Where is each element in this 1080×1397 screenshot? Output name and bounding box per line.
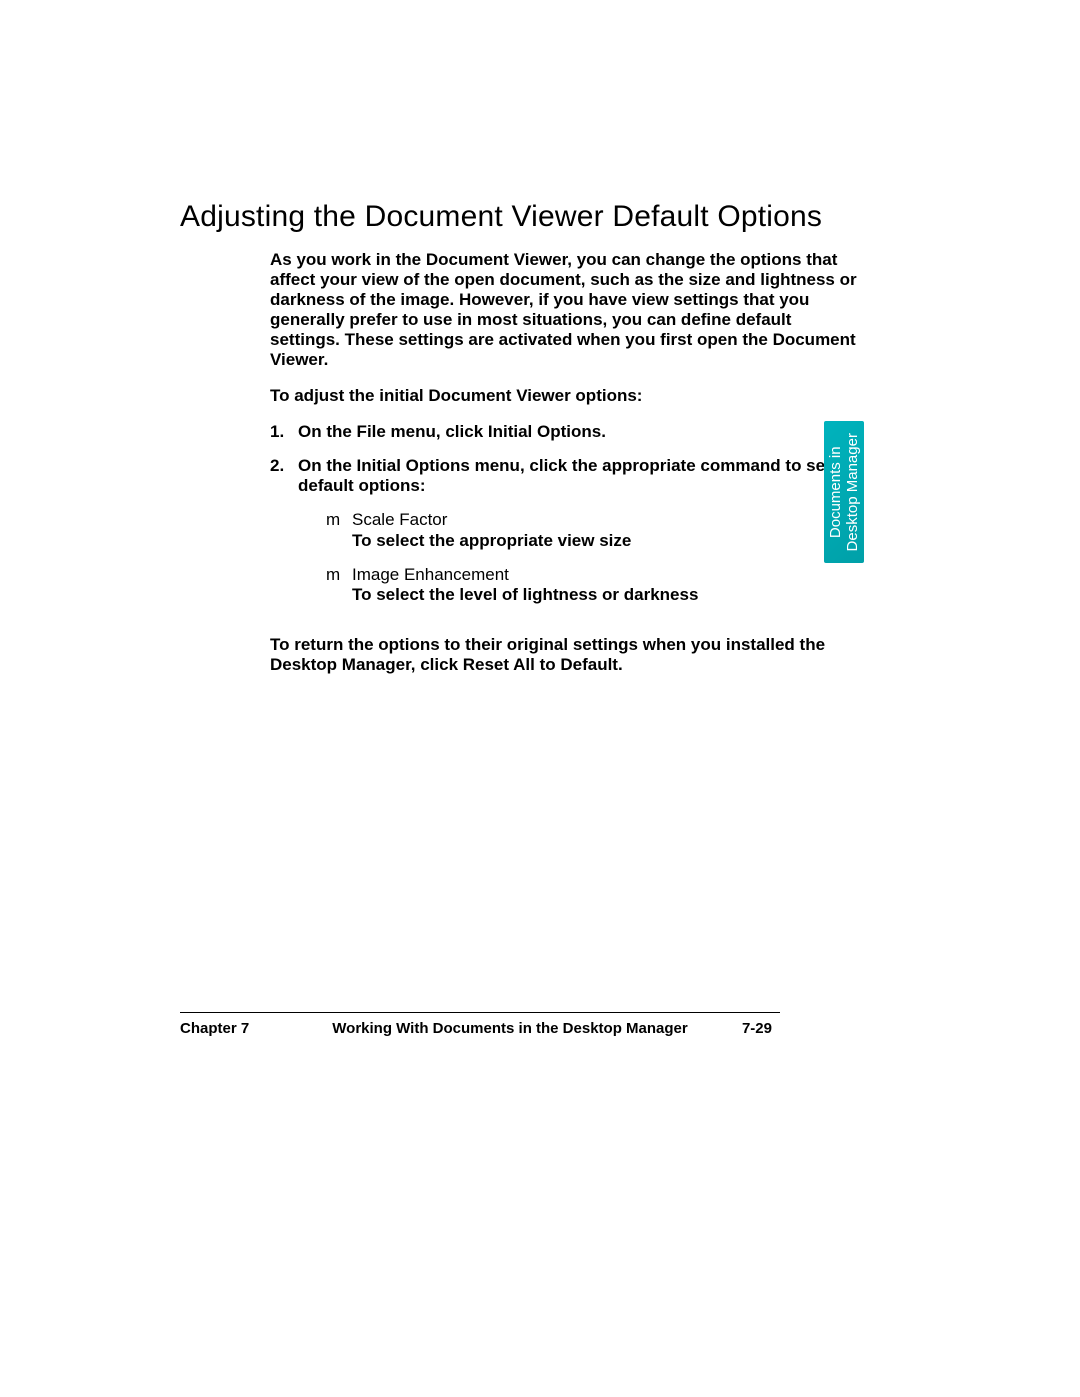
- step-number: 1.: [270, 422, 298, 442]
- page-footer: Chapter 7 Working With Documents in the …: [180, 1020, 780, 1037]
- footer-rule: [180, 1012, 780, 1013]
- sub-item-text: Image Enhancement To select the level of…: [352, 565, 860, 605]
- step-text: On the File menu, click Initial Options.: [298, 422, 860, 442]
- option-name: Scale Factor: [352, 510, 860, 530]
- bullet-mark: m: [326, 510, 352, 550]
- step-2-text: On the Initial Options menu, click the a…: [298, 456, 831, 495]
- side-tab-label: Documents in Desktop Manager: [827, 422, 862, 562]
- bullet-mark: m: [326, 565, 352, 605]
- footer-title: Working With Documents in the Desktop Ma…: [240, 1020, 780, 1037]
- sub-item-image: m Image Enhancement To select the level …: [326, 565, 860, 605]
- intro-paragraph: As you work in the Document Viewer, you …: [270, 250, 860, 370]
- page-title: Adjusting the Document Viewer Default Op…: [180, 200, 822, 234]
- step-number: 2.: [270, 456, 298, 618]
- step-text: On the Initial Options menu, click the a…: [298, 456, 860, 618]
- footer-page-number: 7-29: [742, 1020, 772, 1037]
- step-1: 1. On the File menu, click Initial Optio…: [270, 422, 860, 442]
- footer-chapter: Chapter 7: [180, 1020, 249, 1037]
- tab-line1: Documents in: [827, 422, 844, 562]
- step-2: 2. On the Initial Options menu, click th…: [270, 456, 860, 618]
- body-text: As you work in the Document Viewer, you …: [270, 250, 860, 691]
- side-tab: Documents in Desktop Manager: [824, 421, 864, 563]
- outro-paragraph: To return the options to their original …: [270, 635, 860, 675]
- tab-line2: Desktop Manager: [844, 422, 861, 562]
- option-name: Image Enhancement: [352, 565, 860, 585]
- sub-list: m Scale Factor To select the appropriate…: [326, 510, 860, 604]
- sub-item-scale: m Scale Factor To select the appropriate…: [326, 510, 860, 550]
- sub-item-text: Scale Factor To select the appropriate v…: [352, 510, 860, 550]
- page: Adjusting the Document Viewer Default Op…: [0, 0, 1080, 1397]
- option-desc: To select the appropriate view size: [352, 531, 860, 551]
- lead-line: To adjust the initial Document Viewer op…: [270, 386, 860, 406]
- option-desc: To select the level of lightness or dark…: [352, 585, 860, 605]
